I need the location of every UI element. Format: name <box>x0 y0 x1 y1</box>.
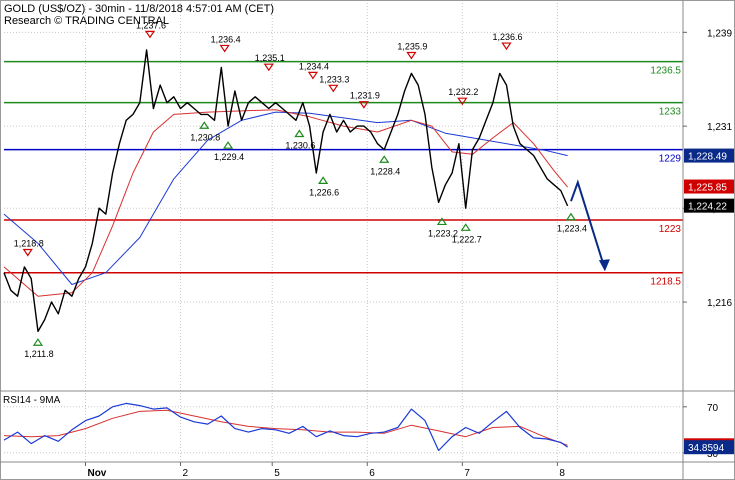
price-tick-label: 1,239 <box>707 28 732 39</box>
price-tick-label: 1,231 <box>707 122 732 133</box>
pivot-high-marker <box>144 30 156 39</box>
pivot-low-label: 1,229.4 <box>214 152 244 162</box>
pivot-low-label: 1,226.6 <box>309 187 339 197</box>
pivot-low-label: 1,228.4 <box>370 166 400 176</box>
pivot-high-label: 1,235.1 <box>255 53 285 63</box>
pivot-low-label: 1,230.8 <box>190 132 220 142</box>
pivot-low-marker <box>32 338 44 346</box>
pivot-low-marker <box>565 212 577 221</box>
date-tick-label: 2 <box>183 468 189 479</box>
ma-red-line <box>3 109 568 297</box>
price-tag-label: 1,224.22 <box>688 202 727 213</box>
pivot-low-marker <box>379 155 390 163</box>
pivot-high-label: 1,232.2 <box>448 87 478 97</box>
price-tag-label: 1,228.49 <box>688 152 727 163</box>
pivot-low-label: 1,222.7 <box>452 234 482 244</box>
price-tick-label: 1,216 <box>707 298 732 309</box>
pivot-low-label: 1,223.4 <box>557 224 587 234</box>
level-label: 1218.5 <box>650 277 681 288</box>
pivot-annotations: 1,218.81,211.81,237.61,230.81,236.41,229… <box>14 20 587 359</box>
pivot-high-label: 1,234.4 <box>299 61 329 71</box>
chart-canvas: 1236.5 1233 1229 1223 1218.5 1,218.8 1,211.8 1… <box>0 0 735 480</box>
pivot-high-marker <box>219 44 230 53</box>
level-label: 1229 <box>659 154 682 165</box>
date-tick-label: 5 <box>274 468 280 479</box>
pivot-low-marker <box>294 129 305 138</box>
pivot-high-marker <box>328 84 339 93</box>
pivot-high-marker <box>406 51 417 60</box>
price-series <box>3 49 610 333</box>
rsi-tick-label: 70 <box>707 403 719 414</box>
date-tick-label: Nov <box>87 468 106 479</box>
level-label: 1236.5 <box>650 66 681 77</box>
value-axis: 1,2391,2311,2241,2167030 <box>683 28 732 460</box>
date-tick-label: 7 <box>464 468 470 479</box>
pivot-low-marker <box>199 121 210 129</box>
pivot-high-label: 1,236.4 <box>211 34 241 44</box>
rsi-tag-label: 34.8594 <box>688 443 725 454</box>
chart-title: GOLD (US$/OZ) - 30min - 11/8/2018 4:57:0… <box>4 3 274 15</box>
pivot-high-label: 1,236.6 <box>492 32 522 42</box>
rsi-ma-line <box>3 409 568 446</box>
pivot-low-marker <box>318 176 329 184</box>
pivot-high-label: 1,235.9 <box>397 41 427 51</box>
pivot-low-marker <box>460 223 471 231</box>
chart-source: Research © TRADING CENTRAL <box>4 15 169 27</box>
pivot-high-label: 1,218.8 <box>14 238 44 248</box>
support-resistance-levels: 1236.5 1233 1229 1223 1218.5 <box>4 60 683 288</box>
price-tag-label: 1,225.85 <box>688 183 727 194</box>
pivot-low-marker <box>222 141 234 149</box>
rsi-series <box>3 402 568 452</box>
level-label: 1223 <box>659 224 682 235</box>
pivot-high-label: 1,231.9 <box>350 91 380 101</box>
rsi-grid <box>4 406 683 454</box>
pivot-high-marker <box>307 71 319 80</box>
date-tick-label: 6 <box>369 468 375 479</box>
pivot-high-marker <box>501 42 512 51</box>
projection-arrowhead <box>598 259 610 272</box>
date-axis: Nov 2 5 6 7 8 <box>84 462 565 479</box>
date-tick-label: 8 <box>559 468 565 479</box>
level-label: 1233 <box>659 107 682 118</box>
pivot-high-marker <box>263 63 274 72</box>
price-line <box>3 49 569 333</box>
pivot-low-label: 1,230.6 <box>285 140 315 150</box>
pivot-high-marker <box>22 248 33 257</box>
pivot-high-label: 1,233.3 <box>319 74 349 84</box>
pivot-low-label: 1,211.8 <box>24 349 53 359</box>
rsi-title: RSI14 - 9MA <box>3 395 61 406</box>
